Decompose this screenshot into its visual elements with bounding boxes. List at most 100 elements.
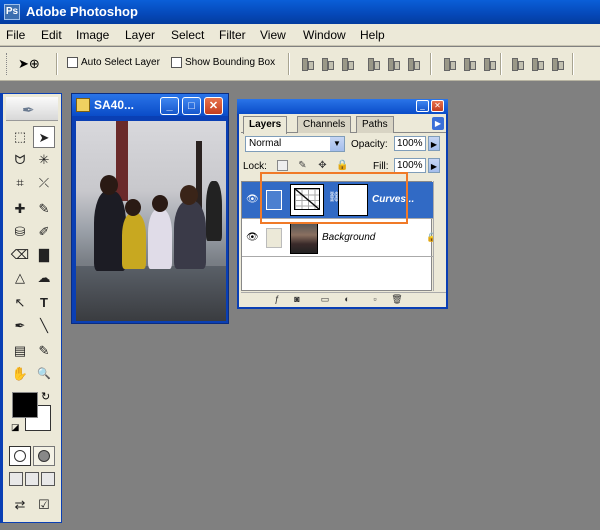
auto-select-layer-checkbox[interactable]	[67, 57, 78, 68]
tab-paths[interactable]: Paths	[356, 116, 394, 133]
opacity-field[interactable]: 100%	[394, 136, 426, 151]
gradient-tool-icon[interactable]: ▇	[33, 244, 55, 266]
align-right-icon[interactable]	[406, 57, 420, 71]
distribute-left-icon[interactable]	[510, 57, 524, 71]
tab-layers[interactable]: Layers	[243, 116, 288, 134]
quick-mask-icon	[38, 450, 50, 462]
layer-style-fx-icon[interactable]: ƒ	[271, 294, 283, 305]
new-group-folder-icon[interactable]: ▭	[319, 294, 331, 305]
marquee-tool-icon[interactable]: ⬚	[9, 126, 31, 148]
layer-name-background[interactable]: Background	[322, 232, 375, 243]
separator	[56, 53, 58, 75]
dodge-tool-icon[interactable]: ☁	[33, 267, 55, 289]
screen-mode-full-menu-icon[interactable]	[25, 472, 39, 486]
lock-position-move-icon[interactable]: ✥	[317, 160, 328, 171]
menu-edit[interactable]: Edit	[41, 28, 62, 42]
move-tool-icon[interactable]: ➤	[33, 126, 55, 148]
menu-layer[interactable]: Layer	[125, 28, 155, 42]
edit-in-imageready-icon[interactable]: ☑	[33, 494, 55, 516]
background-layer-thumbnail[interactable]	[290, 222, 318, 254]
lasso-tool-icon[interactable]: ᗢ	[9, 149, 31, 171]
slice-tool-icon[interactable]: ⤫	[33, 172, 55, 194]
bounding-box-checkbox[interactable]	[171, 57, 182, 68]
align-hcenter-icon[interactable]	[386, 57, 400, 71]
foreground-color-swatch[interactable]	[12, 392, 38, 418]
lock-transparent-icon[interactable]	[277, 160, 288, 171]
distribute-hcenter-icon[interactable]	[530, 57, 544, 71]
standard-mode-button[interactable]	[9, 446, 31, 466]
minimize-button[interactable]: _	[160, 97, 179, 115]
distribute-bottom-icon[interactable]	[482, 57, 496, 71]
menu-bar: File Edit Image Layer Select Filter View…	[0, 24, 600, 46]
opacity-slider-arrow-icon[interactable]: ▶	[428, 136, 440, 151]
document-canvas-photo[interactable]	[76, 121, 226, 321]
tab-channels[interactable]: Channels	[297, 116, 352, 133]
align-bottom-icon[interactable]	[340, 57, 354, 71]
healing-brush-tool-icon[interactable]: ✚	[9, 198, 31, 220]
photo-child	[122, 213, 146, 269]
type-tool-icon[interactable]: T	[33, 292, 55, 314]
panel-minimize-button[interactable]: _	[416, 100, 429, 112]
layer-link-box[interactable]	[266, 228, 282, 248]
align-left-icon[interactable]	[366, 57, 380, 71]
path-selection-tool-icon[interactable]: ↖	[9, 292, 31, 314]
move-tool-preset-icon[interactable]: ➤⊕	[18, 53, 44, 75]
line-tool-icon[interactable]: ╲	[33, 315, 55, 337]
menu-help[interactable]: Help	[360, 28, 385, 42]
bounding-box-option[interactable]: Show Bounding Box	[171, 57, 275, 68]
swap-colors-icon[interactable]: ↻	[41, 390, 50, 403]
toolbox-header[interactable]: ✒	[6, 97, 58, 121]
document-icon	[76, 98, 90, 112]
menu-filter[interactable]: Filter	[219, 28, 246, 42]
lock-image-brush-icon[interactable]: ✎	[297, 160, 308, 171]
pen-tool-icon[interactable]: ✒	[9, 315, 31, 337]
menu-select[interactable]: Select	[171, 28, 204, 42]
magic-wand-tool-icon[interactable]: ✳	[33, 149, 55, 171]
align-top-icon[interactable]	[300, 57, 314, 71]
blend-mode-select[interactable]: Normal ▼	[245, 136, 345, 152]
jump-to-imageready-icon[interactable]: ⇄	[9, 494, 31, 516]
quick-mask-mode-button[interactable]	[33, 446, 55, 466]
layer-row-background[interactable]: 👁 Background 🔒	[242, 220, 437, 257]
close-button[interactable]: ✕	[204, 97, 223, 115]
panel-menu-arrow-icon[interactable]: ▶	[432, 117, 444, 130]
menu-image[interactable]: Image	[76, 28, 109, 42]
lock-all-icon[interactable]: 🔒	[336, 160, 348, 171]
screen-mode-standard-icon[interactable]	[9, 472, 23, 486]
distribute-right-icon[interactable]	[550, 57, 564, 71]
document-titlebar[interactable]: SA40... _ □ ✕	[72, 94, 228, 116]
fill-slider-arrow-icon[interactable]: ▶	[428, 158, 440, 173]
history-brush-tool-icon[interactable]: ✐	[33, 221, 55, 243]
hand-tool-icon[interactable]: ✋	[9, 363, 31, 385]
eraser-tool-icon[interactable]: ⌫	[9, 244, 31, 266]
options-bar-grip[interactable]	[6, 53, 9, 75]
layers-scrollbar[interactable]	[433, 181, 446, 291]
distribute-top-icon[interactable]	[442, 57, 456, 71]
menu-window[interactable]: Window	[303, 28, 346, 42]
clone-stamp-tool-icon[interactable]: ⛁	[9, 221, 31, 243]
auto-select-layer-option[interactable]: Auto Select Layer	[67, 57, 160, 68]
visibility-eye-icon[interactable]: 👁	[246, 232, 260, 244]
align-vcenter-icon[interactable]	[320, 57, 334, 71]
menu-view[interactable]: View	[260, 28, 286, 42]
distribute-vcenter-icon[interactable]	[462, 57, 476, 71]
new-adjustment-layer-icon[interactable]: ◐	[341, 294, 353, 305]
eyedropper-tool-icon[interactable]: ✎	[33, 340, 55, 362]
blend-mode-value: Normal	[249, 138, 282, 149]
default-colors-icon[interactable]: ◪	[11, 422, 20, 433]
maximize-button[interactable]: □	[182, 97, 201, 115]
crop-tool-icon[interactable]: ⌗	[9, 172, 31, 194]
screen-mode-full-icon[interactable]	[41, 472, 55, 486]
zoom-tool-icon[interactable]: 🔍	[33, 363, 55, 385]
delete-layer-trash-icon[interactable]: 🗑	[391, 294, 403, 305]
new-layer-icon[interactable]: ▫	[369, 294, 381, 305]
blur-tool-icon[interactable]: △	[9, 267, 31, 289]
panel-close-button[interactable]: ✕	[431, 100, 444, 112]
visibility-eye-icon[interactable]: 👁	[246, 194, 260, 206]
brush-tool-icon[interactable]: ✎	[33, 198, 55, 220]
fill-field[interactable]: 100%	[394, 158, 426, 173]
menu-file[interactable]: File	[6, 28, 25, 42]
add-layer-mask-icon[interactable]: ◙	[291, 294, 303, 305]
notes-tool-icon[interactable]: ▤	[9, 340, 31, 362]
layers-panel-titlebar[interactable]: _ ✕	[237, 99, 448, 114]
